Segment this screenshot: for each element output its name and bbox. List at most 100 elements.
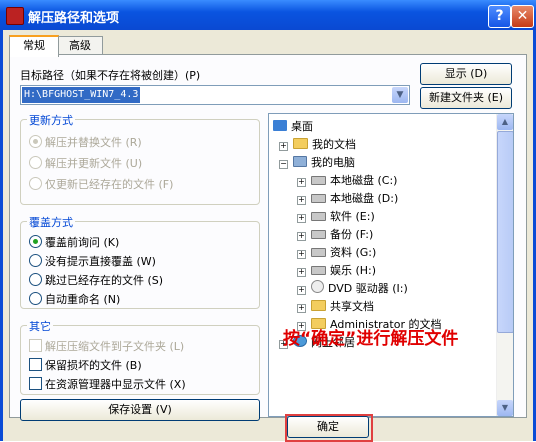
scroll-thumb[interactable] <box>497 131 513 333</box>
option-label: 在资源管理器中显示文件 (X) <box>45 378 186 391</box>
tree-item-label: 共享文档 <box>330 300 374 313</box>
option-label: 跳过已经存在的文件 (S) <box>45 274 164 287</box>
radio-icon <box>29 156 42 169</box>
drive-icon <box>311 176 326 185</box>
show-button[interactable]: 显示 (D) <box>420 63 512 85</box>
tree-scrollbar[interactable]: ▲ ▼ <box>496 114 513 416</box>
tree-item-label: 软件 (E:) <box>330 210 375 223</box>
update-option-replace[interactable]: 解压并替换文件 (R) <box>29 134 142 150</box>
collapse-icon[interactable]: − <box>279 160 288 169</box>
option-label: 仅更新已经存在的文件 (F) <box>45 178 174 191</box>
save-settings-button[interactable]: 保存设置 (V) <box>20 399 260 421</box>
tree-item-drive-g[interactable]: + 资料 (G:) <box>297 244 376 260</box>
expand-icon[interactable]: + <box>297 250 306 259</box>
checkbox-icon <box>29 339 42 352</box>
help-button[interactable]: ? <box>488 5 511 28</box>
tree-item-drive-h[interactable]: + 娱乐 (H:) <box>297 262 376 278</box>
drive-icon <box>311 266 326 275</box>
option-label: 自动重命名 (N) <box>45 293 121 306</box>
drive-icon <box>311 212 326 221</box>
option-label: 保留损坏的文件 (B) <box>45 359 142 372</box>
instruction-annotation: 按“确定”进行解压文件 <box>283 329 459 349</box>
chevron-down-icon[interactable]: ▼ <box>392 87 408 103</box>
checkbox-icon <box>29 358 42 371</box>
expand-icon[interactable]: + <box>297 304 306 313</box>
drive-icon <box>311 230 326 239</box>
target-path-combobox[interactable]: H:\BFGHOST_WIN7_4.3 ▼ <box>20 85 410 105</box>
tree-item-label: 备份 (F:) <box>330 228 374 241</box>
new-folder-button[interactable]: 新建文件夹 (E) <box>420 87 512 109</box>
winrar-icon <box>6 7 24 25</box>
tree-item-label: 桌面 <box>291 120 313 133</box>
radio-icon <box>29 135 42 148</box>
overwrite-mode-title: 覆盖方式 <box>27 214 75 230</box>
drive-icon <box>311 194 326 203</box>
option-label: 解压并更新文件 (U) <box>45 157 143 170</box>
update-option-existing[interactable]: 仅更新已经存在的文件 (F) <box>29 176 173 192</box>
tree-item-dvd-drive[interactable]: + DVD 驱动器 (I:) <box>297 280 408 296</box>
option-label: 覆盖前询问 (K) <box>45 236 120 249</box>
dialog-client: 常规 高级 目标路径（如果不存在将被创建）(P) 显示 (D) 新建文件夹 (E… <box>3 30 533 442</box>
folder-tree[interactable]: 桌面 + 我的文档 − 我的电脑 + 本地磁盘 (C:) + 本地磁盘 (D:) + 软件… <box>268 113 514 417</box>
overwrite-option-silent[interactable]: 没有提示直接覆盖 (W) <box>29 253 156 269</box>
radio-icon <box>29 235 42 248</box>
overwrite-option-rename[interactable]: 自动重命名 (N) <box>29 291 120 307</box>
tree-item-label: DVD 驱动器 (I:) <box>328 282 408 295</box>
radio-icon <box>29 177 42 190</box>
scroll-up-icon[interactable]: ▲ <box>497 114 513 130</box>
radio-icon <box>29 254 42 267</box>
tab-panel: 目标路径（如果不存在将被创建）(P) 显示 (D) 新建文件夹 (E) H:\B… <box>9 54 527 421</box>
tree-item-drive-d[interactable]: + 本地磁盘 (D:) <box>297 190 398 206</box>
overwrite-mode-group: 覆盖方式 覆盖前询问 (K) 没有提示直接覆盖 (W) 跳过已经存在的文件 (S… <box>20 214 260 309</box>
tree-item-desktop[interactable]: 桌面 <box>273 118 313 134</box>
misc-option-explorer[interactable]: 在资源管理器中显示文件 (X) <box>29 376 186 392</box>
window-title: 解压路径和选项 <box>28 11 120 26</box>
drive-icon <box>311 248 326 257</box>
tab-advanced[interactable]: 高级 <box>57 36 103 55</box>
tree-item-my-computer[interactable]: − 我的电脑 <box>279 154 355 170</box>
desktop-icon <box>273 120 287 131</box>
computer-icon <box>293 156 307 167</box>
tab-general[interactable]: 常规 <box>9 35 59 57</box>
tree-item-label: 资料 (G:) <box>330 246 377 259</box>
tree-item-label: 我的文档 <box>312 138 356 151</box>
tree-item-drive-c[interactable]: + 本地磁盘 (C:) <box>297 172 397 188</box>
misc-group: 其它 解压压缩文件到子文件夹 (L) 保留损坏的文件 (B) 在资源管理器中显示… <box>20 318 260 395</box>
target-path-value: H:\BFGHOST_WIN7_4.3 <box>22 87 141 103</box>
close-button[interactable]: ✕ <box>511 5 534 28</box>
expand-icon[interactable]: + <box>297 268 306 277</box>
tree-item-my-documents[interactable]: + 我的文档 <box>279 136 356 152</box>
scroll-down-icon[interactable]: ▼ <box>497 400 513 416</box>
option-label: 没有提示直接覆盖 (W) <box>45 255 156 268</box>
update-mode-title: 更新方式 <box>27 112 75 128</box>
dvd-icon <box>311 280 324 293</box>
tree-item-drive-e[interactable]: + 软件 (E:) <box>297 208 375 224</box>
expand-icon[interactable]: + <box>297 196 306 205</box>
misc-option-subfolder[interactable]: 解压压缩文件到子文件夹 (L) <box>29 338 184 354</box>
tree-item-drive-f[interactable]: + 备份 (F:) <box>297 226 373 242</box>
tree-item-label: 娱乐 (H:) <box>330 264 377 277</box>
option-label: 解压压缩文件到子文件夹 (L) <box>45 340 185 353</box>
expand-icon[interactable]: + <box>279 142 288 151</box>
expand-icon[interactable]: + <box>297 178 306 187</box>
radio-icon <box>29 292 42 305</box>
option-label: 解压并替换文件 (R) <box>45 136 142 149</box>
tree-item-label: 我的电脑 <box>311 156 355 169</box>
expand-icon[interactable]: + <box>297 232 306 241</box>
misc-title: 其它 <box>27 318 53 334</box>
tree-item-label: 本地磁盘 (C:) <box>330 174 398 187</box>
dialog-window: 解压路径和选项 ? ✕ 常规 高级 目标路径（如果不存在将被创建）(P) 显示 … <box>0 0 536 442</box>
ok-button-highlight <box>285 414 373 442</box>
update-option-update[interactable]: 解压并更新文件 (U) <box>29 155 142 171</box>
overwrite-option-ask[interactable]: 覆盖前询问 (K) <box>29 234 119 250</box>
folder-icon <box>293 138 308 149</box>
tree-item-label: 本地磁盘 (D:) <box>330 192 399 205</box>
checkbox-icon <box>29 377 42 390</box>
target-path-label: 目标路径（如果不存在将被创建）(P) <box>20 69 201 82</box>
expand-icon[interactable]: + <box>297 286 306 295</box>
title-bar[interactable]: 解压路径和选项 ? ✕ <box>0 0 536 30</box>
overwrite-option-skip[interactable]: 跳过已经存在的文件 (S) <box>29 272 163 288</box>
expand-icon[interactable]: + <box>297 214 306 223</box>
misc-option-keep-broken[interactable]: 保留损坏的文件 (B) <box>29 357 142 373</box>
tree-item-shared-docs[interactable]: + 共享文档 <box>297 298 374 314</box>
